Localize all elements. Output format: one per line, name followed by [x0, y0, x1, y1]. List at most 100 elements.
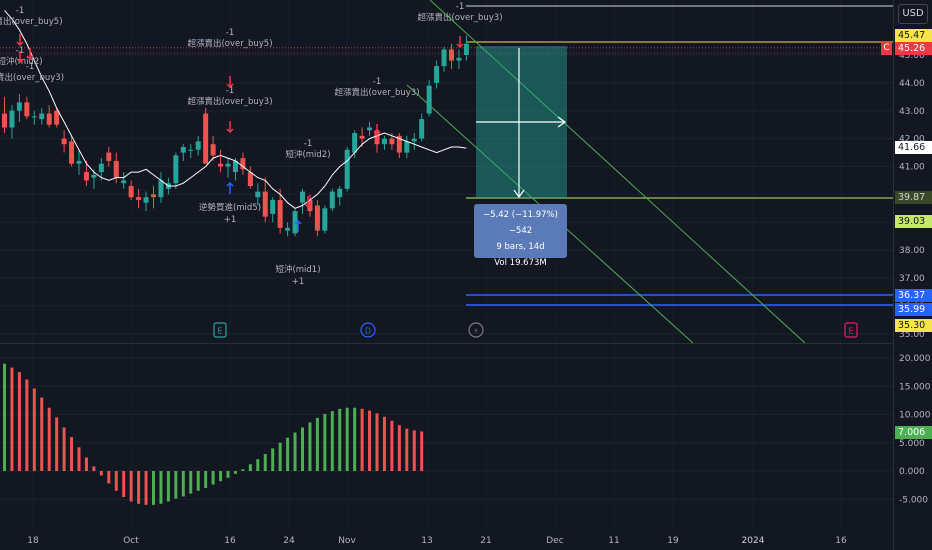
pane-separator[interactable] — [0, 343, 893, 344]
osc-bar — [114, 471, 118, 491]
osc-bar — [55, 417, 59, 471]
osc-bar — [330, 411, 334, 471]
signal-qty: -1 — [226, 28, 234, 38]
candle-body — [441, 49, 447, 67]
time-axis-label: 13 — [421, 536, 432, 546]
candle-body — [24, 102, 30, 117]
osc-bar — [293, 432, 297, 471]
candle-body — [83, 172, 89, 181]
time-axis-label: 24 — [283, 536, 295, 546]
signal-label: 逆勢買進(mid5) — [199, 202, 261, 213]
osc-bar — [323, 413, 327, 471]
candle-body — [463, 43, 469, 55]
signal-qty: -1 — [373, 77, 381, 87]
signal-label: 超漲賣出(over_buy5) — [187, 38, 272, 49]
price-tag: 35.30 — [895, 319, 932, 332]
osc-bar — [17, 372, 21, 471]
candle-body — [106, 152, 112, 161]
osc-bar — [308, 422, 312, 471]
price-tag: 45.47 — [895, 29, 932, 42]
candle-body — [16, 102, 22, 111]
candle-body — [61, 138, 67, 145]
candle-body — [300, 191, 305, 203]
candle-body — [322, 208, 328, 231]
price-tag: 35.99 — [895, 303, 932, 316]
osc-bar — [181, 471, 185, 497]
time-axis-label: Dec — [546, 536, 563, 546]
osc-bar — [189, 471, 193, 494]
price-axis-label: 41.00 — [899, 163, 925, 173]
osc-bar — [107, 471, 111, 484]
candle-body — [262, 191, 268, 217]
price-tag: 41.66 — [895, 141, 932, 154]
candle-body — [218, 163, 224, 167]
price-tag: 45.26 — [895, 42, 932, 55]
candle-body — [456, 57, 462, 61]
price-axis-label: 37.00 — [899, 274, 925, 284]
candle-body — [121, 180, 127, 184]
signal-label: 短沖(mid2) — [285, 149, 330, 160]
candle-body — [128, 186, 134, 198]
candle-body — [203, 113, 209, 164]
event-marker-letter: E — [848, 327, 853, 336]
osc-bar — [226, 471, 230, 478]
osc-bar — [219, 471, 223, 482]
osc-axis-label: 0.000 — [899, 467, 925, 477]
candle-body — [270, 199, 276, 214]
osc-bar — [3, 363, 6, 471]
price-tag: 36.37 — [895, 289, 932, 302]
time-axis-label: Oct — [123, 536, 139, 546]
candle-body — [389, 138, 395, 145]
osc-bar — [420, 431, 424, 471]
candle-body — [344, 149, 350, 189]
osc-bar — [360, 408, 364, 471]
osc-bar — [382, 416, 386, 471]
osc-bar — [338, 408, 342, 471]
candle-body — [449, 49, 454, 61]
osc-bar — [144, 471, 148, 505]
measure-volume: Vol 19.673M — [494, 258, 547, 268]
time-axis-label: 16 — [835, 536, 847, 546]
candle-body — [39, 113, 45, 120]
price-pane[interactable]: 45.0044.0043.0042.0041.0040.0039.0038.00… — [0, 0, 932, 550]
osc-bar — [368, 410, 372, 471]
currency-button[interactable]: USD — [898, 4, 928, 24]
osc-bar — [159, 471, 163, 504]
signal-qty: -1 — [226, 86, 234, 96]
signal-label: 超漲賣出(over_buy3) — [334, 87, 419, 98]
time-axis-label: 16 — [224, 536, 236, 546]
candle-body — [173, 155, 179, 184]
osc-bar — [196, 471, 200, 491]
measure-bars: 9 bars, 14d — [496, 242, 545, 252]
candle-body — [113, 160, 119, 178]
candle-body — [2, 113, 7, 128]
candle-body — [158, 180, 164, 198]
osc-bar — [405, 428, 409, 471]
time-axis-label: 2024 — [742, 536, 765, 546]
candle-body — [255, 191, 261, 198]
chart-stage[interactable]: 45.0044.0043.0042.0041.0040.0039.0038.00… — [0, 0, 932, 550]
candle-body — [381, 138, 387, 145]
candle-body — [136, 197, 142, 200]
price-axis-divider — [893, 0, 894, 550]
candle-body — [9, 110, 15, 128]
osc-bar — [315, 417, 319, 471]
osc-bar — [92, 466, 96, 471]
osc-bar — [241, 469, 245, 471]
signal-qty: +1 — [224, 215, 237, 225]
osc-bar — [263, 454, 267, 471]
time-axis-label: 21 — [480, 536, 491, 546]
candle-body — [98, 163, 104, 173]
candle-body — [352, 133, 358, 153]
time-axis-label: 18 — [27, 536, 39, 546]
measure-change: −5.42 (−11.97%) −542 — [483, 210, 558, 236]
price-tag: 39.87 — [895, 191, 932, 204]
candle-body — [54, 110, 60, 125]
candle-body — [195, 141, 201, 150]
candle-body — [247, 172, 253, 187]
candle-body — [419, 119, 425, 139]
candle-body — [367, 127, 373, 131]
osc-axis-label: 10.000 — [899, 411, 931, 421]
time-axis-label: 19 — [667, 536, 679, 546]
candle-body — [210, 144, 216, 156]
